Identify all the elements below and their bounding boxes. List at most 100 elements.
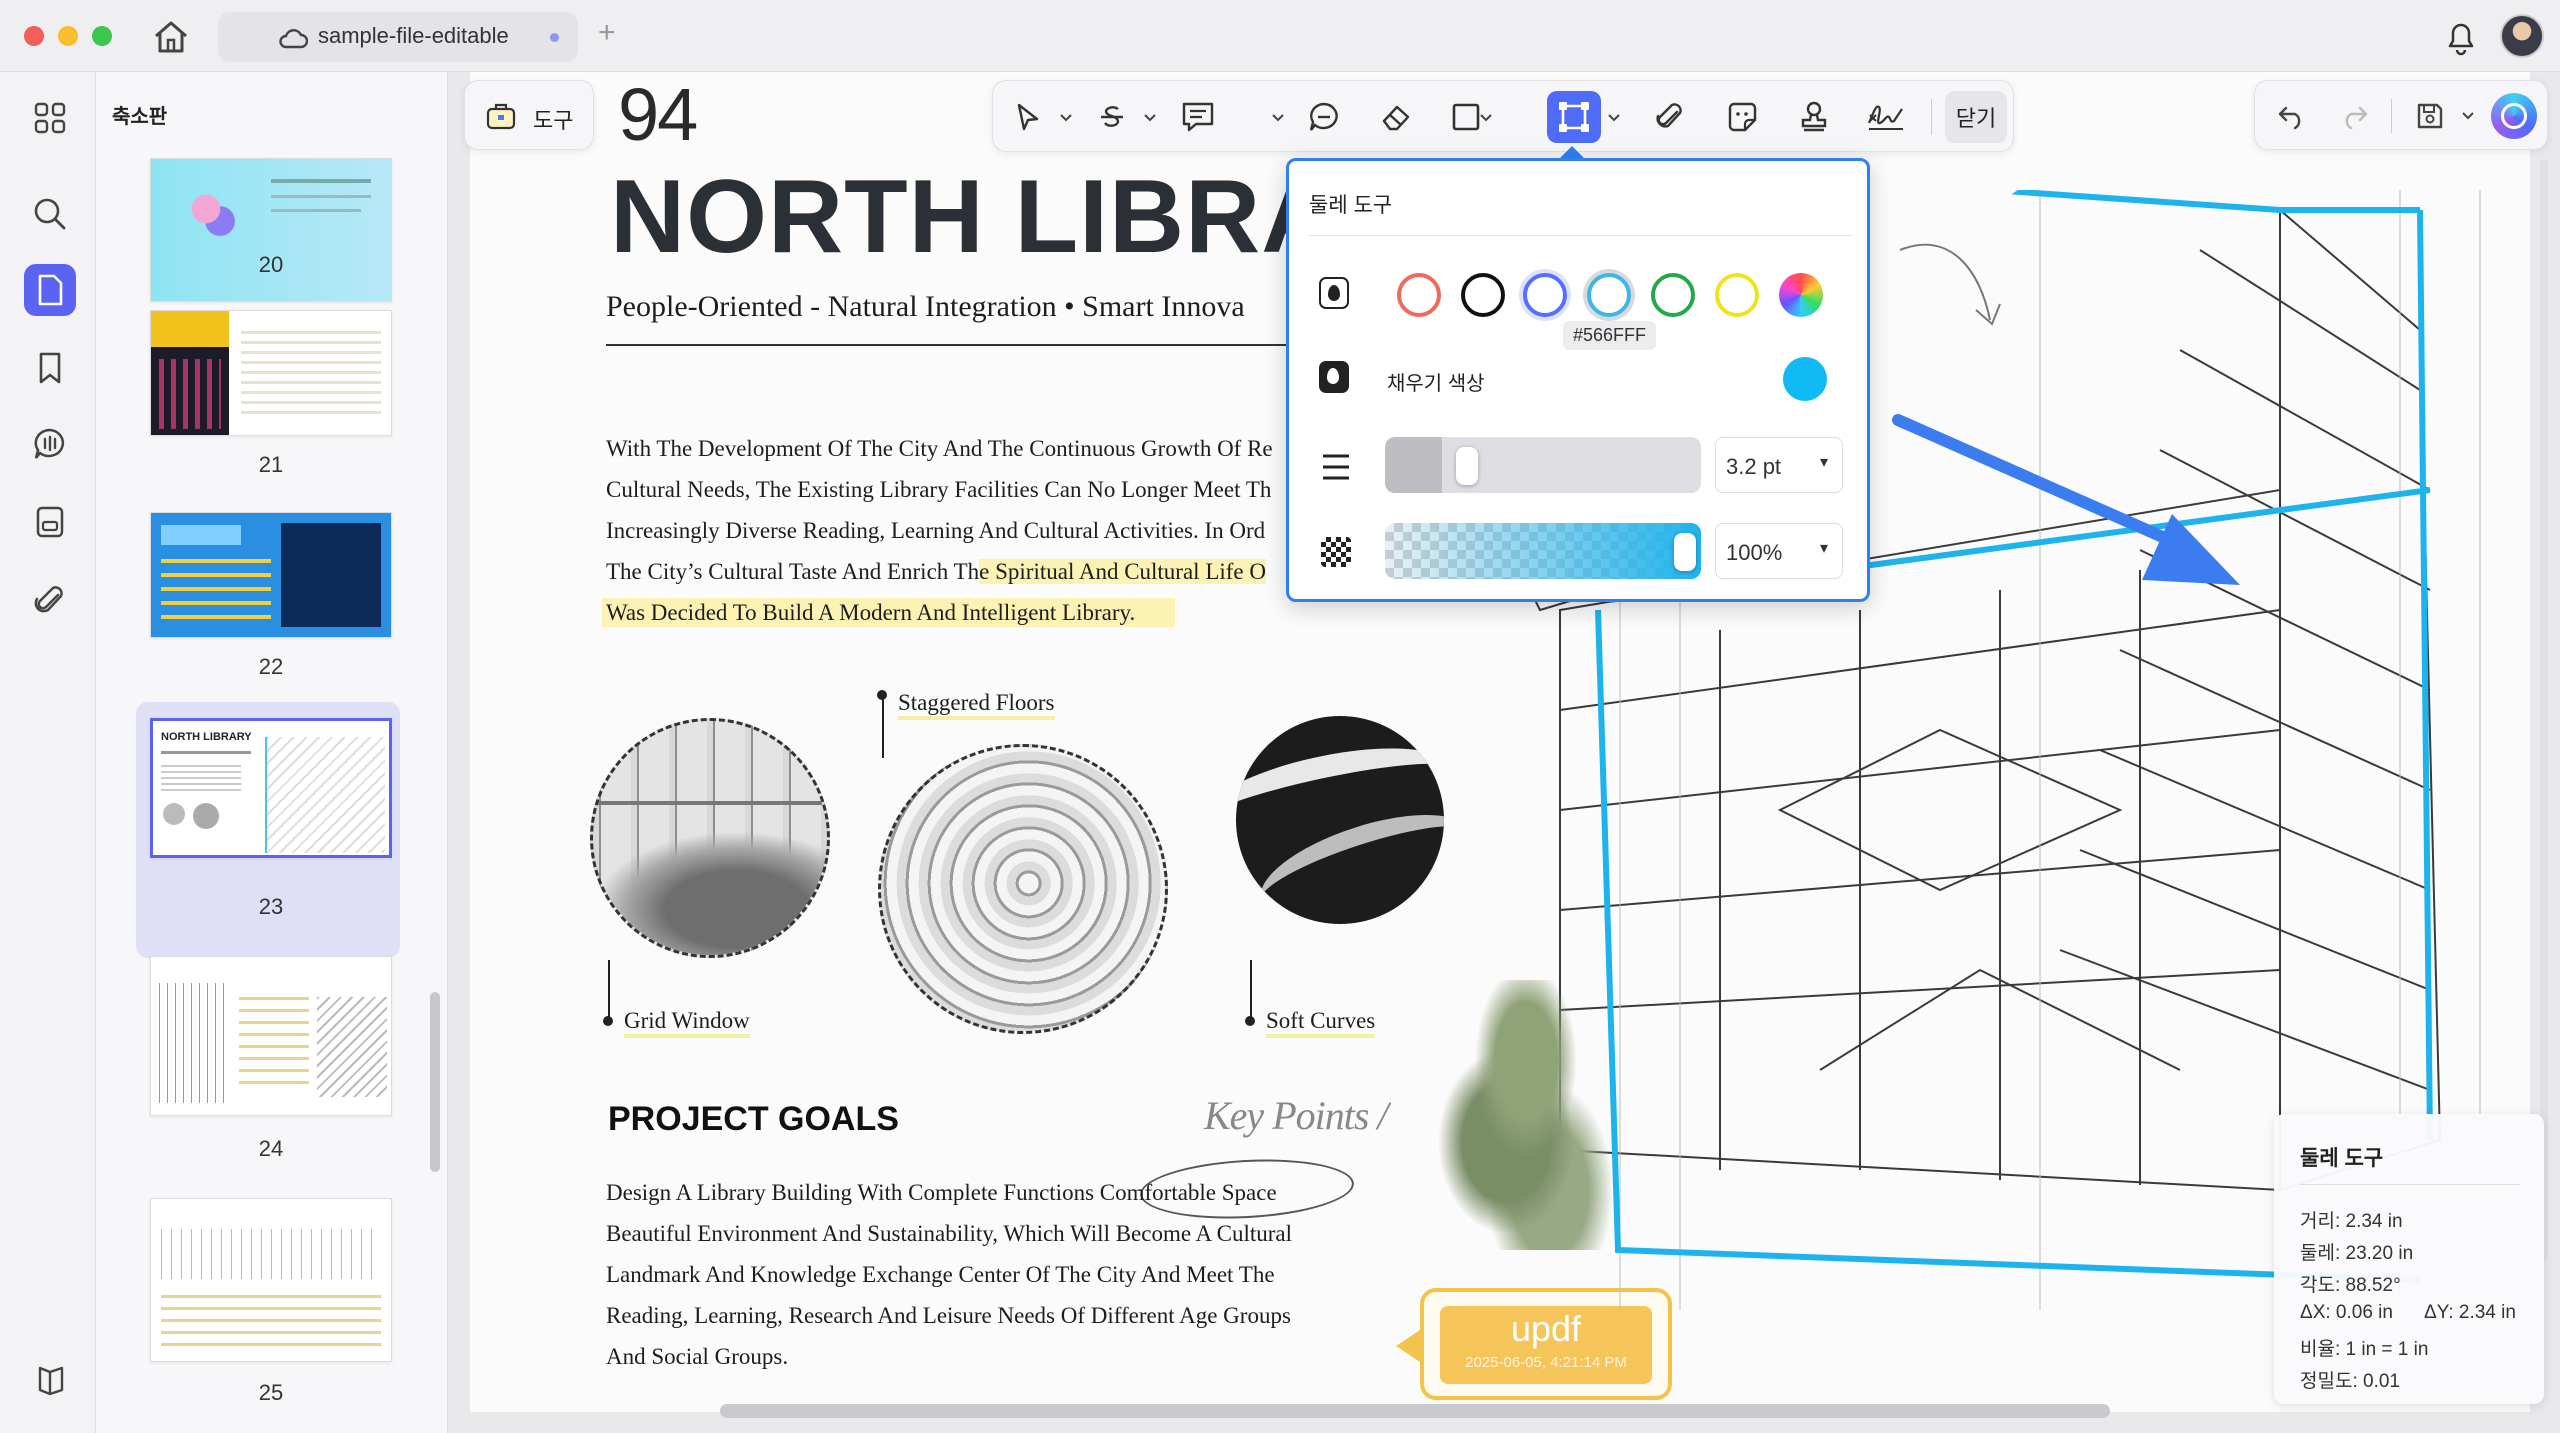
home-icon[interactable] [150,18,192,56]
layers-icon[interactable] [24,1354,76,1406]
history-toolbar [2254,80,2548,150]
caret-down-icon: ▾ [1820,540,1829,557]
minimize-window-button[interactable] [58,26,78,46]
highlight-annotation[interactable]: e Spiritual And Cultural Life O [979,559,1266,584]
opacity-dropdown[interactable]: 100% ▾ [1715,523,1843,579]
goals-line: Beautiful Environment And Sustainability… [606,1221,1293,1246]
bell-icon[interactable] [2444,18,2478,61]
eraser-tool-icon[interactable] [1369,91,1423,143]
title-bar: sample-file-editable + [0,0,2560,72]
stroke-width-dropdown[interactable]: 3.2 pt ▾ [1715,437,1843,493]
horizontal-scrollbar[interactable] [720,1404,2110,1418]
chevron-down-icon[interactable] [1143,113,1157,123]
grid-window-photo [590,718,830,958]
avatar[interactable] [2500,14,2544,58]
zoom-window-button[interactable] [92,26,112,46]
stroke-width-slider[interactable] [1385,437,1701,493]
tab-title: sample-file-editable [318,23,509,48]
measure-perimeter: 둘레: 23.20 in [2300,1243,2414,1264]
note-tool-icon[interactable] [1171,91,1225,143]
opacity-slider[interactable] [1385,523,1701,579]
swatch-custom-color[interactable] [1779,273,1823,317]
swatch-green[interactable] [1651,273,1695,317]
thumbnail-page-24[interactable] [150,956,392,1116]
staircase-photo [878,744,1168,1034]
bookmark-icon[interactable] [24,342,76,394]
stamp-text: updf [1510,1308,1582,1349]
save-icon[interactable] [2403,90,2457,142]
intro-line: The City’s Cultural Taste And Enrich The… [606,559,1266,584]
chevron-down-icon[interactable] [1271,113,1285,123]
handwritten-note[interactable]: Key Points / [1204,1092,1389,1139]
swatch-cyan[interactable] [1587,273,1631,317]
perimeter-tool-icon[interactable] [1547,91,1601,143]
chevron-down-icon[interactable] [1607,113,1621,123]
page-number-22: 22 [258,654,284,679]
stamp-pointer [1396,1330,1420,1362]
apps-grid-icon[interactable] [24,92,76,144]
opacity-slider-handle[interactable] [1674,533,1696,571]
undo-icon[interactable] [2265,90,2319,142]
soft-leader [1250,960,1252,1020]
thumbnail-scrollbar[interactable] [430,992,440,1172]
chevron-down-icon[interactable] [1479,113,1493,123]
intro-line: Was Decided To Build A Modern And Intell… [602,592,1346,633]
page-number: 94 [618,73,698,156]
form-icon[interactable] [24,496,76,548]
new-tab-button[interactable]: + [598,16,616,50]
tools-button[interactable]: 도구 [464,80,594,150]
thumbnails-icon[interactable] [24,264,76,316]
thumbnail-panel: 축소판 20 21 22 NORTH LIBRARY 23 24 25 [96,72,448,1433]
goals-line: And Social Groups. [606,1344,789,1369]
swatch-blue[interactable] [1523,273,1567,317]
close-window-button[interactable] [24,26,44,46]
perimeter-tool-popover: 둘레 도구 #566FFF 채우기 색상 3.2 pt ▾ 100% ▾ [1286,158,1870,602]
comments-icon[interactable] [24,418,76,470]
sticker-tool-icon[interactable] [1715,91,1769,143]
fill-color-swatch[interactable] [1783,357,1827,401]
comment-tool-icon[interactable] [1297,91,1351,143]
ai-assistant-icon[interactable] [2491,93,2537,139]
document-tab[interactable]: sample-file-editable [218,12,578,62]
label-grid-window: Grid Window [624,1008,750,1038]
stamp-tool-icon[interactable] [1787,91,1841,143]
chevron-down-icon[interactable] [2461,111,2475,121]
stroke-slider-handle[interactable] [1455,447,1478,485]
swatch-yellow[interactable] [1715,273,1759,317]
thumbnail-page-22[interactable] [150,512,392,638]
chevron-down-icon[interactable] [1059,113,1073,123]
staggered-leader [882,694,884,758]
thumbnail-page-21[interactable] [150,310,392,436]
grid-leader [608,960,610,1020]
attach-tool-icon[interactable] [1643,91,1697,143]
vertical-scrollbar[interactable] [2540,160,2548,1260]
swatch-black[interactable] [1461,273,1505,317]
popover-caret [1560,146,1584,158]
strikethrough-tool-icon[interactable] [1085,91,1139,143]
goals-line: Landmark And Knowledge Exchange Center O… [606,1262,1275,1287]
redo-icon[interactable] [2327,90,2381,142]
select-tool-icon[interactable] [1001,91,1055,143]
color-tooltip: #566FFF [1563,321,1657,350]
goals-line: Design A Library Building With Complete … [606,1180,1277,1205]
left-rail [0,72,96,1433]
highlight-annotation[interactable]: Was Decided To Build A Modern And Intell… [602,598,1176,627]
attachment-icon[interactable] [24,574,76,626]
thumbnail-page-20[interactable] [150,158,392,302]
intro-line: Increasingly Diverse Reading, Learning A… [606,518,1266,543]
swatch-red[interactable] [1397,273,1441,317]
search-icon[interactable] [24,188,76,240]
stroke-color-icon [1319,277,1349,309]
line-weight-icon [1321,453,1351,486]
thumbnail-page-25[interactable] [150,1198,392,1362]
unsaved-dot [550,33,559,42]
measure-scale: 비율: 1 in = 1 in [2300,1339,2429,1360]
close-tools-label: 닫기 [1955,106,1997,131]
intro-paragraph: With The Development Of The City And The… [602,428,1346,633]
thumbnail-page-23[interactable]: NORTH LIBRARY [150,718,392,858]
document-title: NORTH LIBRA [610,159,1338,275]
fill-color-icon [1319,361,1349,393]
signature-tool-icon[interactable] [1859,91,1913,143]
close-tools-button[interactable]: 닫기 [1945,91,2007,143]
document-subtitle: People-Oriented - Natural Integration • … [606,290,1245,323]
